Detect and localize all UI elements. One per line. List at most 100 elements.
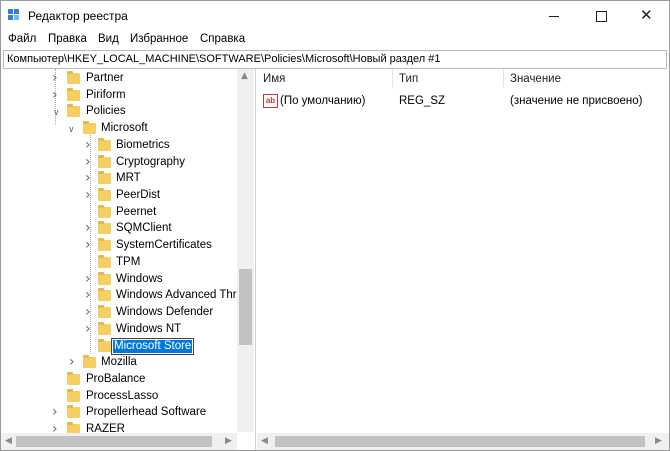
folder-icon	[98, 288, 111, 301]
tree-item-piriform[interactable]: Piriform	[1, 88, 241, 105]
tree-item-probalance[interactable]: ProBalance	[1, 372, 241, 389]
tree-item-label: Propellerhead Software	[86, 406, 207, 418]
menu-favorites[interactable]: Избранное	[130, 33, 188, 45]
tree-item-label: Windows	[116, 273, 163, 285]
registry-editor-icon	[8, 9, 21, 22]
tree-item-processlasso[interactable]: ProcessLasso	[1, 389, 241, 406]
folder-icon	[98, 171, 111, 184]
folder-icon	[98, 138, 111, 151]
maximize-button[interactable]	[578, 1, 624, 31]
folder-icon	[83, 121, 96, 134]
tree-horizontal-scroll-thumb[interactable]	[16, 436, 212, 447]
tree-item-label: ProcessLasso	[86, 390, 159, 402]
tree-item-peernet[interactable]: Peernet	[1, 205, 241, 222]
tree-item-label: PeerDist	[116, 189, 161, 201]
tree-item-label: Windows Advanced Thre	[116, 289, 243, 301]
column-header-type[interactable]: Тип	[399, 73, 418, 85]
folder-icon	[98, 305, 111, 318]
tree-item-label: ProBalance	[86, 373, 146, 385]
tree-item-windows-defender[interactable]: Windows Defender	[1, 305, 241, 322]
column-header-value[interactable]: Значение	[510, 73, 561, 85]
column-header-name[interactable]: Имя	[263, 73, 285, 85]
value-row[interactable]: ab (По умолчанию) REG_SZ (значение не пр…	[257, 93, 669, 110]
expand-chevron-icon[interactable]	[52, 73, 61, 84]
column-divider[interactable]	[392, 69, 393, 87]
tree-item-label: Biometrics	[116, 139, 170, 151]
folder-icon	[83, 355, 96, 368]
collapse-chevron-icon[interactable]	[53, 106, 62, 117]
expand-chevron-icon[interactable]	[85, 173, 94, 184]
tree-item-systemcertificates[interactable]: SystemCertificates	[1, 238, 241, 255]
expand-chevron-icon[interactable]	[85, 190, 94, 201]
expand-chevron-icon[interactable]	[52, 407, 61, 418]
tree-horizontal-scrollbar[interactable]: ◀ ▶	[1, 433, 237, 450]
close-button[interactable]: ✕	[623, 1, 669, 31]
expand-chevron-icon[interactable]	[69, 357, 78, 368]
tree-item-label: Mozilla	[101, 356, 137, 368]
expand-chevron-icon[interactable]	[52, 90, 61, 101]
values-list-pane: Имя Тип Значение ab (По умолчанию) REG_S…	[257, 69, 669, 450]
string-value-icon: ab	[263, 94, 278, 108]
expand-chevron-icon[interactable]	[85, 290, 94, 301]
list-horizontal-scroll-thumb[interactable]	[275, 436, 645, 447]
folder-icon	[67, 389, 80, 402]
list-horizontal-scrollbar[interactable]: ◀ ▶	[257, 433, 669, 450]
tree-item-sqmclient[interactable]: SQMClient	[1, 221, 241, 238]
menu-view[interactable]: Вид	[98, 33, 119, 45]
tree-item-cryptography[interactable]: Cryptography	[1, 155, 241, 172]
tree-item-propellerhead[interactable]: Propellerhead Software	[1, 405, 241, 422]
scroll-left-arrow-icon[interactable]: ◀	[5, 436, 12, 446]
tree-item-windows-advanced-threat[interactable]: Windows Advanced Thre	[1, 288, 243, 305]
tree-item-biometrics[interactable]: Biometrics	[1, 138, 241, 155]
tree-item-policies[interactable]: Policies	[1, 104, 241, 121]
value-data: (значение не присвоено)	[510, 95, 643, 107]
menu-file[interactable]: Файл	[8, 33, 36, 45]
tree-item-windows[interactable]: Windows	[1, 272, 241, 289]
scroll-right-arrow-icon[interactable]: ▶	[655, 436, 662, 446]
rename-key-input[interactable]: Microsoft Store	[111, 338, 195, 355]
tree-item-partner[interactable]: Partner	[1, 71, 241, 88]
tree-item-label: Peernet	[116, 206, 157, 218]
tree-item-label: Partner	[86, 72, 124, 84]
tree-item-peerdist[interactable]: PeerDist	[1, 188, 241, 205]
collapse-chevron-icon[interactable]	[68, 123, 77, 134]
address-bar[interactable]: Компьютер\HKEY_LOCAL_MACHINE\SOFTWARE\Po…	[3, 50, 667, 69]
tree-vertical-scrollbar[interactable]: ▲	[237, 69, 254, 432]
folder-icon	[98, 272, 111, 285]
menu-edit[interactable]: Правка	[48, 33, 87, 45]
column-divider[interactable]	[503, 69, 504, 87]
menu-help[interactable]: Справка	[200, 33, 245, 45]
folder-icon	[67, 405, 80, 418]
expand-chevron-icon[interactable]	[85, 307, 94, 318]
expand-chevron-icon[interactable]	[85, 240, 94, 251]
tree-item-mozilla[interactable]: Mozilla	[1, 355, 241, 372]
rename-key-text: Microsoft Store	[113, 340, 193, 353]
expand-chevron-icon[interactable]	[85, 274, 94, 285]
expand-chevron-icon[interactable]	[85, 157, 94, 168]
tree-item-label: SystemCertificates	[116, 239, 212, 251]
expand-chevron-icon[interactable]	[85, 140, 94, 151]
folder-icon	[98, 155, 111, 168]
scroll-left-arrow-icon[interactable]: ◀	[261, 436, 268, 446]
folder-icon	[67, 88, 80, 101]
tree-item-microsoft-store-rename[interactable]: Microsoft Store	[1, 338, 241, 356]
scroll-right-arrow-icon[interactable]: ▶	[225, 436, 232, 446]
tree-item-microsoft[interactable]: Microsoft	[1, 121, 241, 138]
menu-bar: Файл Правка Вид Избранное Справка	[1, 31, 669, 49]
folder-icon	[67, 71, 80, 84]
tree-item-tpm[interactable]: TPM	[1, 255, 241, 272]
tree-item-label: MRT	[116, 172, 141, 184]
tree-item-label: Microsoft	[101, 122, 148, 134]
folder-icon	[98, 221, 111, 234]
minimize-button[interactable]	[531, 1, 577, 31]
tree-item-mrt[interactable]: MRT	[1, 171, 241, 188]
tree-vertical-scroll-thumb[interactable]	[239, 269, 252, 345]
folder-icon	[98, 238, 111, 251]
tree-item-label: Windows Defender	[116, 306, 214, 318]
expand-chevron-icon[interactable]	[85, 324, 94, 335]
expand-chevron-icon[interactable]	[85, 223, 94, 234]
tree-item-windows-nt[interactable]: Windows NT	[1, 322, 241, 339]
window-title: Редактор реестра	[28, 9, 128, 23]
scroll-up-arrow-icon[interactable]: ▲	[241, 71, 248, 81]
folder-icon	[98, 255, 111, 268]
